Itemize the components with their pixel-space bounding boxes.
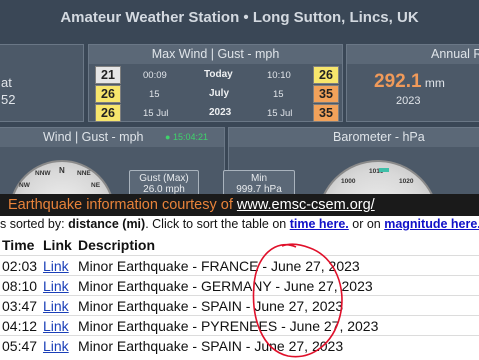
col-header-description: Description bbox=[78, 237, 156, 253]
month-wind-box: 26 bbox=[95, 85, 121, 103]
compass-ne: NE bbox=[91, 182, 101, 189]
annual-rain-header: Annual R bbox=[347, 45, 479, 64]
sort-instructions: s sorted by: distance (mi). Click to sor… bbox=[0, 216, 479, 233]
gust-max-label: Gust (Max) bbox=[139, 173, 189, 184]
compass-n: N bbox=[59, 166, 65, 175]
left-partial-panel: at 52 bbox=[0, 44, 84, 122]
year-wind-date: 15 Jul bbox=[143, 108, 169, 119]
compass-nne: NNE bbox=[77, 170, 91, 177]
left-panel-line1: at bbox=[1, 75, 12, 90]
table-row: 04:12 Link Minor Earthquake - PYRENEES -… bbox=[0, 315, 479, 336]
baro-green-arc bbox=[379, 168, 389, 172]
month-label: July bbox=[209, 88, 230, 99]
live-dot-icon: ● bbox=[165, 132, 171, 142]
wind-panel: Wind | Gust - mph ● 15:04:21 NNW N NNE N… bbox=[0, 127, 225, 194]
year-gust-box: 35 bbox=[313, 104, 339, 122]
row-link[interactable]: Link bbox=[43, 318, 69, 334]
left-panel-line2: 52 bbox=[1, 92, 16, 107]
row-time: 02:03 bbox=[0, 255, 41, 276]
max-wind-panel: Max Wind | Gust - mph 21 00:09 Today 10:… bbox=[88, 44, 343, 122]
table-row: 05:47 Link Minor Earthquake - SPAIN - Ju… bbox=[0, 335, 479, 355]
today-wind-box: 21 bbox=[95, 66, 121, 84]
year-label: 2023 bbox=[209, 107, 232, 118]
sort-prefix: s sorted by: bbox=[0, 217, 69, 231]
row-description: Minor Earthquake - SPAIN - June 27, 2023 bbox=[76, 295, 479, 316]
annual-rain-year: 2023 bbox=[396, 95, 421, 107]
earthquake-table: Time Link Description 02:03 Link Minor E… bbox=[0, 235, 479, 355]
barometer-min-label: Min bbox=[250, 173, 268, 184]
year-gust-date: 15 Jul bbox=[267, 108, 293, 119]
barometer-gauge: 1000 1010 1020 bbox=[317, 160, 439, 194]
today-gust-box: 26 bbox=[313, 66, 339, 84]
month-gust-box: 35 bbox=[313, 85, 339, 103]
barometer-panel: Barometer - hPa Min 999.7 hPa 1000 1010 … bbox=[223, 127, 479, 194]
sort-or: or on bbox=[348, 217, 385, 231]
emsc-link[interactable]: www.emsc-csem.org/ bbox=[237, 197, 375, 213]
row-time: 08:10 bbox=[0, 275, 41, 296]
sort-by-time-link[interactable]: time here. bbox=[290, 217, 349, 231]
baro-tick-1020: 1020 bbox=[399, 178, 414, 185]
row-link[interactable]: Link bbox=[43, 278, 69, 294]
banner-prefix: Earthquake information courtesy of bbox=[8, 197, 237, 213]
today-label: Today bbox=[204, 69, 233, 80]
weather-dashboard: Amateur Weather Station • Long Sutton, L… bbox=[0, 0, 479, 194]
today-gust-time: 10:10 bbox=[267, 70, 291, 81]
wind-compass-gauge: NNW N NNE NW NE bbox=[9, 160, 115, 194]
today-wind-time: 00:09 bbox=[143, 70, 167, 81]
row-link[interactable]: Link bbox=[43, 258, 69, 274]
row-description: Minor Earthquake - SPAIN - June 27, 2023 bbox=[76, 335, 479, 355]
gust-max-value: 26.0 mph bbox=[143, 184, 185, 194]
annual-rain-value: 292.1 mm bbox=[374, 71, 445, 93]
table-row: 08:10 Link Minor Earthquake - GERMANY - … bbox=[0, 275, 479, 296]
month-wind-date: 15 bbox=[149, 89, 160, 100]
row-description: Minor Earthquake - FRANCE - June 27, 202… bbox=[76, 255, 479, 276]
baro-tick-1000: 1000 bbox=[341, 178, 356, 185]
row-link[interactable]: Link bbox=[43, 298, 69, 314]
compass-nnw: NNW bbox=[35, 170, 51, 177]
earthquake-credit-banner: Earthquake information courtesy of www.e… bbox=[0, 194, 479, 216]
row-description: Minor Earthquake - GERMANY - June 27, 20… bbox=[76, 275, 479, 296]
station-title: Amateur Weather Station • Long Sutton, L… bbox=[60, 9, 419, 26]
annual-rain-unit: mm bbox=[424, 76, 445, 90]
col-header-time: Time bbox=[2, 237, 35, 253]
compass-nw: NW bbox=[19, 182, 30, 189]
month-gust-date: 15 bbox=[273, 89, 284, 100]
row-time: 05:47 bbox=[0, 335, 41, 355]
barometer-min-value: 999.7 hPa bbox=[236, 184, 282, 194]
annual-rain-panel: Annual R 292.1 mm 2023 bbox=[346, 44, 479, 122]
col-header-link: Link bbox=[43, 237, 72, 253]
table-row: 03:47 Link Minor Earthquake - SPAIN - Ju… bbox=[0, 295, 479, 316]
row-description: Minor Earthquake - PYRENEES - June 27, 2… bbox=[76, 315, 479, 336]
barometer-header: Barometer - hPa bbox=[229, 128, 479, 147]
row-time: 04:12 bbox=[0, 315, 41, 336]
gust-max-box: Gust (Max) 26.0 mph bbox=[129, 170, 199, 194]
table-header-row: Time Link Description bbox=[0, 235, 479, 256]
max-wind-header: Max Wind | Gust - mph bbox=[89, 45, 342, 64]
sort-middle: . Click to sort the table on bbox=[145, 217, 290, 231]
row-link[interactable]: Link bbox=[43, 338, 69, 354]
wind-update-time: ● 15:04:21 bbox=[165, 132, 208, 142]
year-wind-box: 26 bbox=[95, 104, 121, 122]
barometer-min-box: Min 999.7 hPa bbox=[223, 170, 295, 194]
sort-by-magnitude-link[interactable]: magnitude here. bbox=[384, 217, 479, 231]
sort-field: distance (mi) bbox=[68, 217, 146, 231]
table-row: 02:03 Link Minor Earthquake - FRANCE - J… bbox=[0, 255, 479, 276]
annual-rain-number: 292.1 bbox=[374, 71, 422, 92]
row-time: 03:47 bbox=[0, 295, 41, 316]
